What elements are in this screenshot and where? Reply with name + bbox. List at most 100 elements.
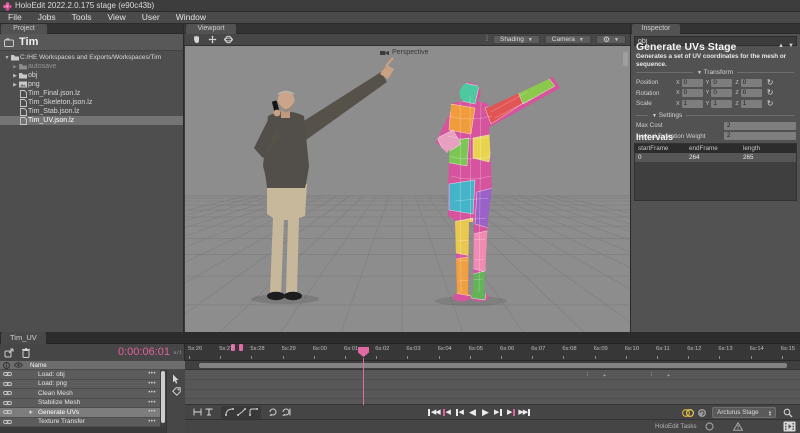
link-icon[interactable]	[3, 409, 12, 415]
ease-curve-icon[interactable]	[223, 407, 235, 418]
reset-icon[interactable]: ↻	[767, 78, 774, 87]
rangebar-thumb[interactable]	[199, 363, 787, 368]
tab-inspector[interactable]: Inspector	[632, 24, 680, 34]
keyframe-dots[interactable]: ⁞	[651, 373, 652, 378]
orbit-tool-icon[interactable]	[224, 35, 233, 44]
search-icon[interactable]	[783, 408, 793, 418]
timeline-zoom-rangebar[interactable]	[185, 361, 800, 370]
intervals-col-startframe[interactable]: startFrame	[635, 144, 689, 153]
track-menu-icon[interactable]: •••	[148, 371, 156, 377]
jump-to-start-button[interactable]: ◀◀	[427, 406, 441, 418]
stage-selector-dropdown[interactable]: Arcturus Stage ▲ ▼	[712, 407, 776, 418]
reset-icon[interactable]: ↻	[767, 99, 774, 108]
move-stage-down-button[interactable]: ▼	[788, 43, 794, 49]
link-icon[interactable]	[3, 400, 12, 406]
track-stabilize-mesh[interactable]: Stabilize Mesh •••	[0, 398, 160, 408]
position-z-field[interactable]: 0	[740, 78, 762, 87]
rotation-x-field[interactable]: 0	[681, 89, 703, 97]
track-menu-icon[interactable]: •••	[148, 381, 156, 387]
track-menu-icon[interactable]: •••	[148, 409, 156, 415]
step-forward-button[interactable]: ▶	[492, 406, 505, 418]
pan-hand-icon[interactable]	[192, 35, 201, 44]
keyframe-plus[interactable]: +	[667, 374, 670, 379]
menu-window[interactable]: Window	[168, 12, 214, 23]
max-cost-field[interactable]: 2	[724, 121, 796, 130]
menu-tools[interactable]: Tools	[64, 12, 100, 23]
link-icon[interactable]	[3, 371, 12, 377]
jump-to-end-button[interactable]: ▶▶	[518, 406, 531, 418]
viewport-options-icon[interactable]: ⁞	[486, 36, 488, 43]
track-menu-icon[interactable]: •••	[148, 400, 156, 406]
viewport-scrollbar[interactable]	[623, 52, 628, 66]
tree-root[interactable]: ▼ C:/HE Workspaces and Exports/Workspace…	[0, 53, 183, 62]
play-backward-button[interactable]: ◀	[466, 406, 479, 418]
track-menu-icon[interactable]: •••	[148, 390, 156, 396]
step-backward-button[interactable]: ◀	[453, 406, 466, 418]
move-stage-up-button[interactable]: ▲	[778, 43, 784, 49]
scale-x-field[interactable]: 1	[681, 99, 703, 108]
playhead-handle[interactable]	[358, 347, 369, 357]
warning-icon[interactable]	[733, 422, 743, 431]
settings-section-header[interactable]: ▼ Settings	[636, 112, 794, 119]
render-queue-icon[interactable]	[783, 421, 796, 432]
cursor-tool-icon[interactable]	[172, 374, 180, 384]
trash-icon[interactable]	[22, 347, 30, 358]
intervals-col-length[interactable]: length	[743, 144, 793, 153]
tree-item-obj[interactable]: ▶ obj	[0, 71, 183, 80]
viewport-settings-dropdown[interactable]: ⚙ ▼	[595, 35, 626, 44]
move-tool-icon[interactable]	[208, 35, 217, 44]
refresh-stage-icon[interactable]	[697, 408, 707, 418]
tasks-label[interactable]: HoloEdit Tasks	[655, 423, 697, 430]
perspective-label[interactable]: Perspective	[380, 49, 429, 56]
captured-person-figure[interactable]	[251, 57, 394, 304]
normal-deviation-weight-field[interactable]: 2	[724, 132, 796, 140]
menu-user[interactable]: User	[134, 12, 168, 23]
playhead-line[interactable]	[363, 358, 364, 405]
prev-keyframe-button[interactable]: ◀	[440, 406, 453, 418]
menu-file[interactable]: File	[0, 12, 30, 23]
timeline-lanes[interactable]: ⁞ + ⁞ +	[185, 370, 800, 404]
loop-icon[interactable]	[267, 407, 279, 418]
loop-range-icon[interactable]	[279, 407, 291, 418]
tree-item-tim-uv-json-lz[interactable]: Tim_UV.json.lz	[0, 116, 183, 125]
eye-icon[interactable]	[14, 362, 23, 368]
position-y-field[interactable]: 0	[711, 78, 733, 87]
rotation-z-field[interactable]: 0	[740, 89, 762, 97]
tree-item-tim-stab-json-lz[interactable]: Tim_Stab.json.lz	[0, 107, 183, 116]
keyframe-plus[interactable]: +	[603, 374, 606, 379]
tab-project[interactable]: Project	[1, 24, 47, 34]
menu-jobs[interactable]: Jobs	[30, 12, 64, 23]
transform-section-header[interactable]: ▼ Transform	[636, 69, 794, 76]
tree-item-png[interactable]: ▶ png	[0, 80, 183, 89]
set-range-start-icon[interactable]	[191, 407, 203, 418]
step-curve-icon[interactable]	[247, 407, 259, 418]
track-menu-icon[interactable]: •••	[148, 419, 156, 425]
next-keyframe-button[interactable]: ▶	[505, 406, 518, 418]
viewport-3d-view[interactable]: Perspective	[185, 46, 630, 332]
position-x-field[interactable]: 0	[681, 78, 703, 87]
tree-item-autosave[interactable]: ▶ autosave	[0, 62, 183, 71]
keyframe-dots[interactable]: ⁞	[587, 373, 588, 378]
uv-mesh-figure[interactable]	[423, 74, 573, 306]
linear-curve-icon[interactable]	[235, 407, 247, 418]
link-icon[interactable]	[3, 419, 12, 425]
track-generate-uvs[interactable]: ∗ Generate UVs •••	[0, 408, 160, 418]
track-texture-transfer[interactable]: Texture Transfer •••	[0, 417, 160, 427]
interval-row[interactable]: 0 264 265	[635, 153, 796, 162]
timeline-ruler[interactable]: 5s:26 5s:27 5s:28 5s:29 6s:00 6s:01 6s:02 6s:03…	[185, 344, 800, 361]
track-load-obj[interactable]: Load: obj •••	[0, 370, 160, 380]
link-icon[interactable]	[3, 390, 12, 396]
link-icon[interactable]	[3, 381, 12, 387]
scale-z-field[interactable]: 1	[740, 99, 762, 108]
shading-dropdown[interactable]: Shading ▼	[492, 35, 540, 44]
tree-item-tim-skeleton-json-lz[interactable]: Tim_Skeleton.json.lz	[0, 98, 183, 107]
export-clip-icon[interactable]	[4, 348, 14, 358]
tree-item-tim-final-json-lz[interactable]: Tim_Final.json.lz	[0, 89, 183, 98]
set-range-end-icon[interactable]	[203, 407, 215, 418]
menu-view[interactable]: View	[100, 12, 134, 23]
intervals-col-endframe[interactable]: endFrame	[689, 144, 743, 153]
play-forward-button[interactable]: ▶	[479, 406, 492, 418]
tab-tim-uv[interactable]: Tim_UV	[1, 332, 46, 344]
scale-y-field[interactable]: 1	[711, 99, 733, 108]
track-load-png[interactable]: Load: png •••	[0, 379, 160, 389]
